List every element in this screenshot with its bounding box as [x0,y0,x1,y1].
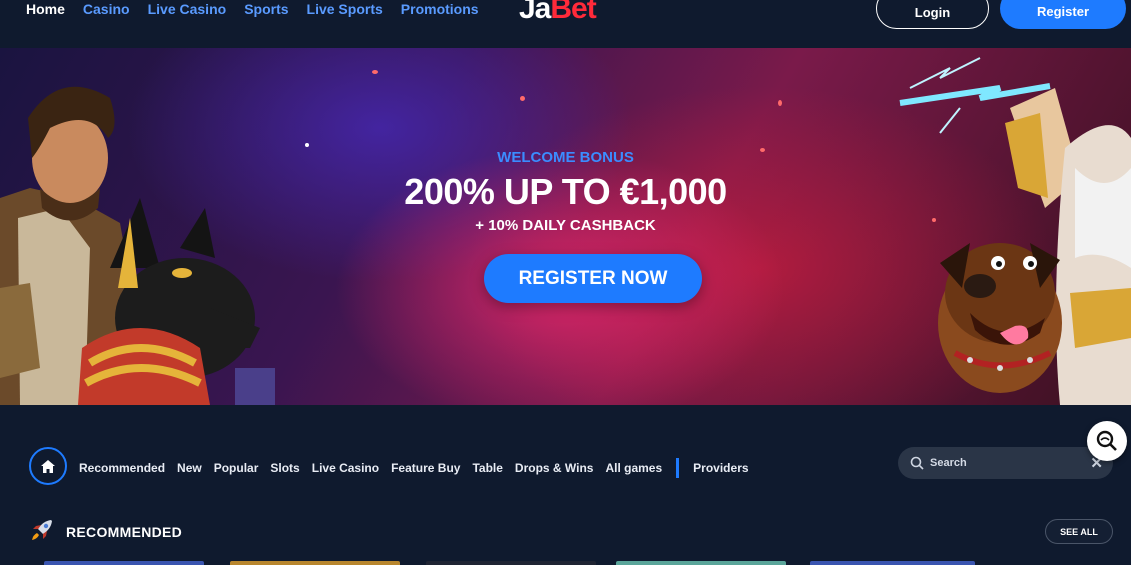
tab-new[interactable]: New [177,461,202,475]
tab-providers[interactable]: Providers [693,461,748,475]
sparkle-decoration [778,100,782,106]
magnifier-icon [1096,430,1117,451]
tab-live-casino[interactable]: Live Casino [312,461,379,475]
game-thumbnail[interactable] [230,561,400,565]
home-category-button[interactable] [29,447,67,485]
tab-all-games[interactable]: All games [605,461,662,475]
category-tabs: Recommended New Popular Slots Live Casin… [79,458,749,478]
game-categories-section: Recommended New Popular Slots Live Casin… [0,405,1131,565]
nav-home[interactable]: Home [26,0,65,18]
rocket-icon [32,520,52,540]
register-now-button[interactable]: REGISTER NOW [484,254,702,303]
nav-live-casino[interactable]: Live Casino [148,0,227,18]
section-title-recommended: RECOMMENDED [66,524,183,540]
hero-kicker: WELCOME BONUS [497,149,634,166]
game-thumbnail[interactable] [810,561,975,565]
hero-title: 200% UP TO €1,000 [404,171,727,212]
game-thumbnail[interactable] [426,561,596,565]
jabet-logo[interactable]: JaBet [519,0,597,26]
game-search-input[interactable]: Search ✕ [898,447,1113,479]
see-all-button[interactable]: SEE ALL [1045,519,1113,544]
nav-casino[interactable]: Casino [83,0,130,18]
search-icon [910,456,924,470]
floating-search-button[interactable] [1087,421,1127,461]
nav-promotions[interactable]: Promotions [401,0,479,18]
tab-drops-and-wins[interactable]: Drops & Wins [515,461,594,475]
tab-slots[interactable]: Slots [270,461,299,475]
hero-subtitle: + 10% DAILY CASHBACK [475,217,656,234]
sparkle-decoration [520,96,525,101]
welcome-bonus-banner[interactable]: WELCOME BONUS 200% UP TO €1,000 + 10% DA… [0,48,1131,405]
nav-live-sports[interactable]: Live Sports [307,0,383,18]
game-thumbnails-row [0,561,1131,565]
tab-table[interactable]: Table [472,461,502,475]
tab-feature-buy[interactable]: Feature Buy [391,461,460,475]
sparkle-decoration [305,143,309,147]
home-icon [41,459,55,473]
game-thumbnail[interactable] [44,561,204,565]
tab-recommended[interactable]: Recommended [79,461,165,475]
top-navigation-bar: Home Casino Live Casino Sports Live Spor… [0,0,1131,48]
game-thumbnail[interactable] [616,561,786,565]
tab-divider [676,458,680,478]
login-button[interactable]: Login [876,0,989,29]
sparkle-decoration [372,70,378,74]
search-placeholder: Search [930,457,967,469]
nav-sports[interactable]: Sports [244,0,288,18]
tab-popular[interactable]: Popular [214,461,259,475]
main-nav: Home Casino Live Casino Sports Live Spor… [26,0,479,18]
register-button[interactable]: Register [1000,0,1126,29]
